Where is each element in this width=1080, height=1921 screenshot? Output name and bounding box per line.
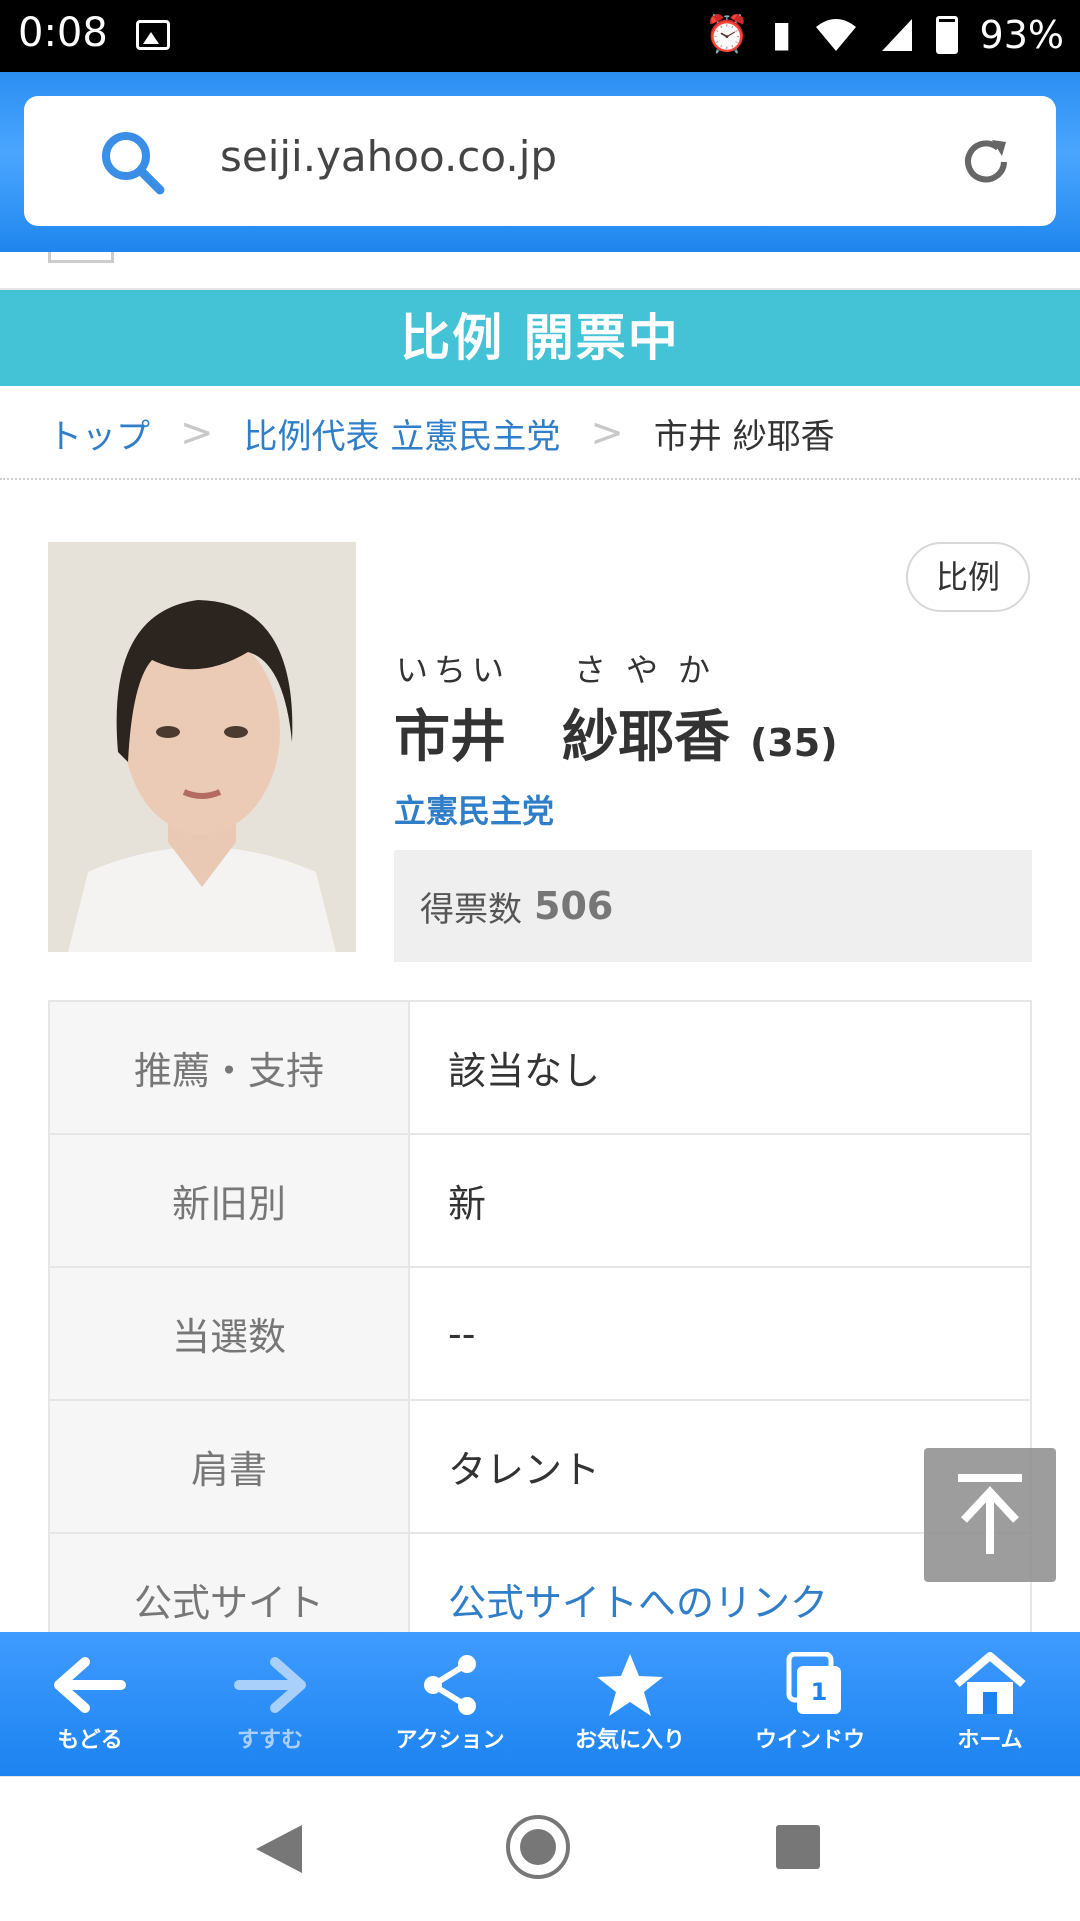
breadcrumb: トップ > 比例代表 立憲民主党 > 市井 紗耶香 (0, 388, 1080, 480)
official-site-link[interactable]: 公式サイトへのリンク (448, 1581, 828, 1625)
chevron-right-icon: > (590, 410, 624, 456)
wifi-icon (815, 19, 856, 51)
search-icon[interactable] (94, 124, 174, 204)
home-button[interactable]: ホーム (900, 1632, 1080, 1776)
menu-tab-icon[interactable] (48, 252, 114, 263)
candidate-info-table: 推薦・支持 該当なし 新旧別 新 当選数 -- 肩書 タレント 公式サイト 公式… (48, 1000, 1032, 1667)
vote-count-label: 得票数 (420, 889, 522, 930)
favorites-label: お気に入り (574, 1728, 685, 1753)
url-text[interactable]: seiji.yahoo.co.jp (220, 132, 557, 181)
candidate-party-link[interactable]: 立憲民主党 (394, 786, 554, 832)
window-label: ウインドウ (754, 1728, 865, 1753)
breadcrumb-party[interactable]: 比例代表 立憲民主党 (244, 409, 561, 458)
browser-header: seiji.yahoo.co.jp (0, 72, 1080, 252)
home-icon (954, 1652, 1026, 1714)
forward-button[interactable]: すすむ (180, 1632, 360, 1776)
window-count: 1 (811, 1678, 828, 1706)
status-bar: 0:08 ⏰ ▮ 93% (0, 0, 1080, 72)
row-label: 新旧別 (48, 1133, 410, 1268)
reload-icon[interactable] (956, 132, 1016, 192)
row-value: -- (408, 1266, 1032, 1401)
window-button[interactable]: 1 ウインドウ (720, 1632, 900, 1776)
browser-toolbar: もどる すすむ アクション お気に入り 1 ウインドウ ホーム (0, 1632, 1080, 1776)
favorites-button[interactable]: お気に入り (540, 1632, 720, 1776)
row-value: 該当なし (408, 1000, 1032, 1135)
url-bar[interactable]: seiji.yahoo.co.jp (24, 96, 1056, 226)
chevron-right-icon: > (180, 410, 214, 456)
vote-count-box: 得票数 506 (394, 850, 1032, 962)
action-label: アクション (395, 1728, 505, 1753)
breadcrumb-top[interactable]: トップ (48, 409, 150, 458)
scroll-to-top-button[interactable] (924, 1448, 1056, 1582)
image-notification-icon (136, 20, 170, 50)
nav-back-icon[interactable] (256, 1825, 302, 1873)
table-row: 肩書 タレント (48, 1399, 1032, 1534)
action-button[interactable]: アクション (360, 1632, 540, 1776)
reading-family: いちい (396, 651, 511, 689)
vibrate-icon: ▮ (771, 14, 792, 55)
counting-banner[interactable]: 比例 開票中 (0, 290, 1080, 386)
vote-count-value: 506 (534, 884, 614, 928)
table-row: 当選数 -- (48, 1266, 1032, 1401)
share-icon (424, 1655, 476, 1715)
table-row: 推薦・支持 該当なし (48, 1000, 1032, 1135)
row-value: 新 (408, 1133, 1032, 1268)
candidate-photo (48, 542, 356, 952)
table-row: 新旧別 新 (48, 1133, 1032, 1268)
battery-icon (935, 16, 958, 54)
home-label: ホーム (957, 1728, 1023, 1753)
forward-label: すすむ (236, 1728, 303, 1753)
arrow-left-icon (54, 1657, 126, 1713)
nav-home-icon[interactable] (506, 1815, 570, 1879)
arrow-right-icon (234, 1657, 306, 1713)
row-label: 当選数 (48, 1266, 410, 1401)
status-time: 0:08 (18, 10, 108, 56)
page-subheader (0, 252, 1080, 291)
candidate-name: 市井 紗耶香 (35) (394, 692, 838, 773)
candidate-age: (35) (750, 721, 838, 765)
reading-given: さやか (574, 651, 731, 689)
row-label: 肩書 (48, 1399, 410, 1534)
row-label: 推薦・支持 (48, 1000, 410, 1135)
nav-recents-icon[interactable] (776, 1825, 820, 1869)
back-label: もどる (57, 1728, 123, 1753)
breadcrumb-current: 市井 紗耶香 (653, 416, 835, 457)
signal-icon (881, 19, 912, 51)
alarm-icon: ⏰ (704, 14, 750, 55)
status-icons: ⏰ ▮ 93% (705, 10, 1064, 60)
arrow-up-icon (958, 1474, 1022, 1554)
proportional-tag: 比例 (906, 542, 1030, 612)
system-nav-bar (0, 1776, 1080, 1921)
back-button[interactable]: もどる (0, 1632, 180, 1776)
star-icon (597, 1654, 663, 1716)
window-icon: 1 (786, 1652, 841, 1714)
battery-percent: 93% (979, 13, 1064, 57)
candidate-name-text: 市井 紗耶香 (394, 705, 730, 770)
